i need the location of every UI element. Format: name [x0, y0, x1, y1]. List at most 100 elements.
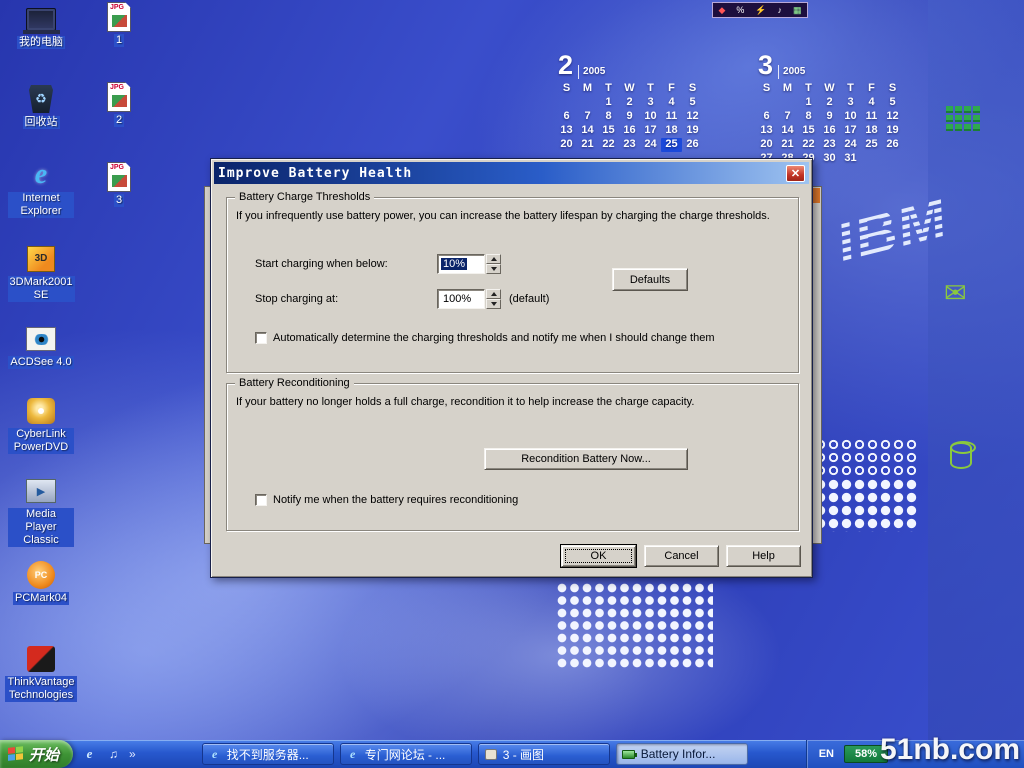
quick-launch-media-icon[interactable]: ♫ — [105, 746, 122, 763]
envelope-icon: ✉ — [944, 280, 967, 307]
calendar-title: 3 2005 — [758, 52, 903, 79]
jpg-file-icon — [107, 162, 131, 192]
widget-icon-2[interactable]: % — [736, 6, 744, 15]
ie-icon — [346, 747, 360, 761]
desktop-icon-internet-explorer[interactable]: Internet Explorer — [8, 160, 74, 218]
default-note: (default) — [509, 293, 549, 305]
desktop-icon-label: Internet Explorer — [8, 192, 74, 218]
widget-icon-5[interactable]: ▦ — [793, 6, 802, 15]
desktop-icon-pcmark04[interactable]: PCMark04 — [8, 560, 74, 605]
desktop-icon-acdsee[interactable]: ACDSee 4.0 — [8, 324, 74, 369]
calendar-day: 31 — [840, 152, 861, 166]
calendar-day: 14 — [577, 124, 598, 138]
desktop-icon-recycle-bin[interactable]: 回收站 — [8, 84, 74, 129]
dialog-titlebar[interactable]: Improve Battery Health ✕ — [214, 162, 809, 184]
widget-icon-4[interactable]: ♪ — [777, 6, 782, 15]
calendar-day-header: S — [556, 82, 577, 96]
recycle-bin-icon — [29, 84, 53, 114]
windows-flag-icon — [8, 746, 24, 762]
spin-up-icon[interactable] — [486, 254, 501, 264]
desktop-icon-my-computer[interactable]: 我的电脑 — [8, 4, 74, 49]
desktop-icon-3dmark2001[interactable]: 3DMark2001 SE — [8, 244, 74, 302]
media-player-classic-icon — [26, 476, 56, 506]
close-icon[interactable]: ✕ — [786, 165, 805, 182]
calendar-day-header: F — [861, 82, 882, 96]
task-button-ie-server[interactable]: 找不到服务器... — [202, 743, 334, 765]
task-button-paint[interactable]: 3 - 画图 — [478, 743, 610, 765]
desktop-icon-media-player-classic[interactable]: Media Player Classic — [8, 476, 74, 547]
language-indicator[interactable]: EN — [819, 748, 834, 760]
auto-determine-checkbox-row[interactable]: Automatically determine the charging thr… — [255, 332, 714, 344]
cancel-button[interactable]: Cancel — [644, 545, 719, 567]
start-charging-input[interactable]: 10% — [437, 254, 485, 274]
stop-charging-row: Stop charging at: 100% (default) — [255, 289, 549, 309]
help-button[interactable]: Help — [726, 545, 801, 567]
calendar-day: 19 — [682, 124, 703, 138]
calendar-day-header: M — [777, 82, 798, 96]
calendar-day: 18 — [861, 124, 882, 138]
desktop-icon-label: ACDSee 4.0 — [8, 356, 73, 369]
calendar-day: 22 — [598, 138, 619, 152]
calendar-day-headers: SMTWTFS — [756, 82, 903, 96]
jpg-file-icon — [107, 2, 131, 32]
calendar-day: 5 — [882, 96, 903, 110]
calendar-day: 9 — [619, 110, 640, 124]
calendar-day: 14 — [777, 124, 798, 138]
calendar-day-headers: SMTWTFS — [556, 82, 703, 96]
calendar-day: 30 — [819, 152, 840, 166]
desktop-widget[interactable]: ◆ % ⚡ ♪ ▦ — [712, 2, 808, 18]
checkbox[interactable] — [255, 494, 267, 506]
wallpaper-dot-rings — [814, 438, 918, 478]
task-button-battery-information[interactable]: Battery Infor... — [616, 743, 748, 765]
calendar-day — [756, 96, 777, 110]
task-button-ie-forum[interactable]: 专门网论坛 - ... — [340, 743, 472, 765]
calendar-year: 2005 — [778, 65, 805, 79]
desktop: IBM ✉ ◆ % ⚡ ♪ ▦ 2 2005 SMTWTFS 123456789… — [0, 0, 1024, 740]
calendar-day-header: S — [882, 82, 903, 96]
file-label: 1 — [114, 34, 124, 47]
start-charging-spinner: 10% — [437, 254, 501, 274]
calendar-day: 4 — [661, 96, 682, 110]
3dmark-icon — [27, 244, 55, 274]
checkbox[interactable] — [255, 332, 267, 344]
widget-icon-1[interactable]: ◆ — [718, 6, 725, 15]
defaults-button[interactable]: Defaults — [612, 268, 688, 291]
calendar-day: 1 — [798, 96, 819, 110]
desktop-file-1[interactable]: 1 — [96, 2, 142, 47]
task-label: 找不到服务器... — [227, 746, 309, 763]
stop-charging-input[interactable]: 100% — [437, 289, 485, 309]
recondition-battery-button[interactable]: Recondition Battery Now... — [484, 448, 688, 470]
calendar-day: 10 — [640, 110, 661, 124]
calendar-day: 7 — [577, 110, 598, 124]
desktop-icon-label: 3DMark2001 SE — [8, 276, 75, 302]
calendar-day — [861, 152, 882, 166]
desktop-icon-thinkvantage[interactable]: ThinkVantage Technologies — [8, 644, 74, 702]
quick-launch-chevron-icon[interactable]: » — [129, 747, 136, 761]
calendar-day: 23 — [619, 138, 640, 152]
spin-down-icon[interactable] — [486, 299, 501, 309]
spin-up-icon[interactable] — [486, 289, 501, 299]
start-button[interactable]: 开始 — [0, 740, 73, 768]
quick-launch-ie-icon[interactable]: e — [81, 746, 98, 763]
task-label: 专门网论坛 - ... — [365, 746, 446, 763]
calendar-day — [777, 96, 798, 110]
notify-reconditioning-checkbox-label: Notify me when the battery requires reco… — [273, 494, 518, 506]
desktop-icon-label: 我的电脑 — [17, 36, 65, 49]
dialog-title: Improve Battery Health — [218, 166, 786, 181]
notify-reconditioning-checkbox-row[interactable]: Notify me when the battery requires reco… — [255, 494, 518, 506]
ok-button[interactable]: OK — [561, 545, 636, 567]
start-charging-row: Start charging when below: 10% — [255, 254, 501, 274]
desktop-file-2[interactable]: 2 — [96, 82, 142, 127]
stop-charging-spinner: 100% — [437, 289, 501, 309]
my-computer-icon — [26, 4, 56, 34]
battery-charge-thresholds-group: Battery Charge Thresholds If you infrequ… — [226, 197, 799, 373]
desktop-file-3[interactable]: 3 — [96, 162, 142, 207]
taskbar: 开始 e ♫ » 找不到服务器... 专门网论坛 - ... 3 - 画图 Ba… — [0, 740, 1024, 768]
desktop-icon-powerdvd[interactable]: CyberLink PowerDVD — [8, 396, 74, 454]
spin-down-icon[interactable] — [486, 264, 501, 274]
calendar-day: 20 — [556, 138, 577, 152]
widget-icon-3[interactable]: ⚡ — [755, 6, 766, 15]
calendar-day: 9 — [819, 110, 840, 124]
start-charging-label: Start charging when below: — [255, 258, 437, 270]
calendar-day: 7 — [777, 110, 798, 124]
